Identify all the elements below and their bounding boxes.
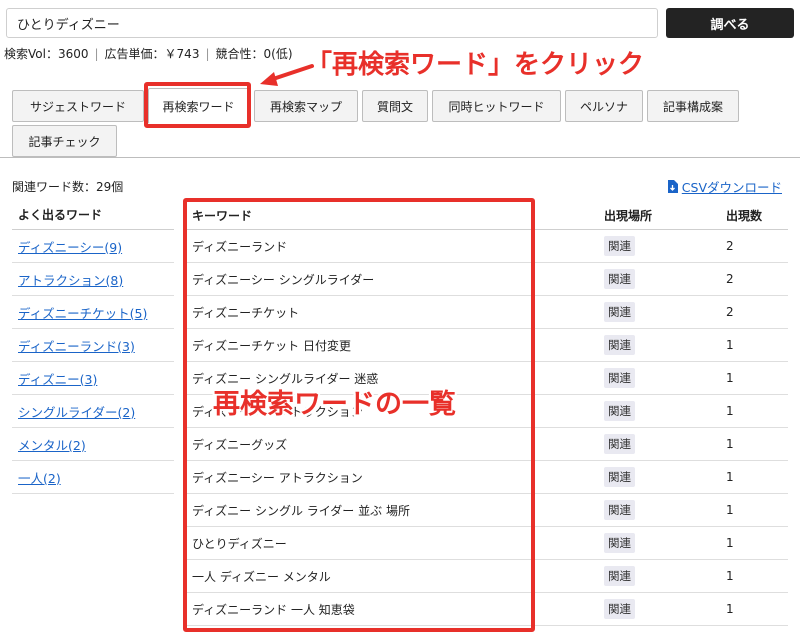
frequent-word-link[interactable]: 一人(2) [18, 468, 61, 487]
count-cell: 2 [726, 305, 734, 319]
place-cell: 関連 [602, 566, 724, 586]
annotation-highlight-tab [144, 82, 251, 128]
tab-divider [0, 157, 800, 158]
frequent-word-link[interactable]: シングルライダー(2) [18, 402, 135, 421]
tab-article-check[interactable]: 記事チェック [12, 125, 117, 157]
frequent-word-link[interactable]: ディズニーシー(9) [18, 237, 122, 256]
column-place: 出現場所 [604, 209, 653, 223]
annotation-list-note: 再検索ワードの一覧 [213, 389, 456, 420]
frequent-word-link[interactable]: アトラクション(8) [18, 270, 123, 289]
place-cell: 関連 [602, 401, 724, 421]
count-cell: 1 [726, 404, 734, 418]
file-download-icon [667, 180, 678, 193]
status-badge: 関連 [604, 599, 635, 619]
status-badge: 関連 [604, 500, 635, 520]
list-item: 一人(2) [12, 461, 174, 494]
csv-download-link[interactable]: CSVダウンロード [667, 177, 782, 196]
status-badge: 関連 [604, 368, 635, 388]
place-cell: 関連 [602, 302, 724, 322]
annotation-click-note: 「再検索ワード」をクリック [306, 50, 645, 80]
frequent-word-link[interactable]: ディズニーチケット(5) [18, 303, 147, 322]
count-cell: 2 [726, 272, 734, 286]
place-cell: 関連 [602, 599, 724, 619]
frequent-word-link[interactable]: メンタル(2) [18, 435, 86, 454]
status-badge: 関連 [604, 236, 635, 256]
count-cell: 1 [726, 503, 734, 517]
related-word-count: 関連ワード数：29個 [12, 180, 124, 194]
list-item: アトラクション(8) [12, 263, 174, 296]
list-item: ディズニーシー(9) [12, 230, 174, 263]
count-cell: 2 [726, 239, 734, 253]
csv-download-label: CSVダウンロード [681, 180, 782, 195]
status-badge: 関連 [604, 434, 635, 454]
count-cell: 1 [726, 338, 734, 352]
count-cell: 1 [726, 371, 734, 385]
list-item: ディズニー(3) [12, 362, 174, 395]
list-item: シングルライダー(2) [12, 395, 174, 428]
tab-co-hit-words[interactable]: 同時ヒットワード [432, 90, 561, 122]
place-cell: 関連 [602, 269, 724, 289]
count-cell: 1 [726, 569, 734, 583]
place-cell: 関連 [602, 434, 724, 454]
count-cell: 1 [726, 470, 734, 484]
place-cell: 関連 [602, 335, 724, 355]
place-cell: 関連 [602, 467, 724, 487]
tab-research-map[interactable]: 再検索マップ [254, 90, 358, 122]
status-badge: 関連 [604, 269, 635, 289]
status-badge: 関連 [604, 302, 635, 322]
tab-persona[interactable]: ペルソナ [565, 90, 643, 122]
place-cell: 関連 [602, 500, 724, 520]
tab-suggest-words[interactable]: サジェストワード [12, 90, 144, 122]
list-item: メンタル(2) [12, 428, 174, 461]
status-badge: 関連 [604, 566, 635, 586]
place-cell: 関連 [602, 368, 724, 388]
status-badge: 関連 [604, 335, 635, 355]
status-badge: 関連 [604, 533, 635, 553]
count-cell: 1 [726, 437, 734, 451]
frequent-words-header: よく出るワード [12, 202, 174, 230]
status-badge: 関連 [604, 401, 635, 421]
place-cell: 関連 [602, 533, 724, 553]
list-item: ディズニーチケット(5) [12, 296, 174, 329]
frequent-words-list: ディズニーシー(9) アトラクション(8) ディズニーチケット(5) ディズニー… [12, 230, 174, 494]
tab-article-outline[interactable]: 記事構成案 [647, 90, 739, 122]
frequent-word-link[interactable]: ディズニーランド(3) [18, 336, 135, 355]
column-count: 出現数 [726, 209, 763, 223]
list-item: ディズニーランド(3) [12, 329, 174, 362]
place-cell: 関連 [602, 236, 724, 256]
count-cell: 1 [726, 536, 734, 550]
count-cell: 1 [726, 602, 734, 616]
tab-questions[interactable]: 質問文 [362, 90, 428, 122]
frequent-word-link[interactable]: ディズニー(3) [18, 369, 97, 388]
status-badge: 関連 [604, 467, 635, 487]
